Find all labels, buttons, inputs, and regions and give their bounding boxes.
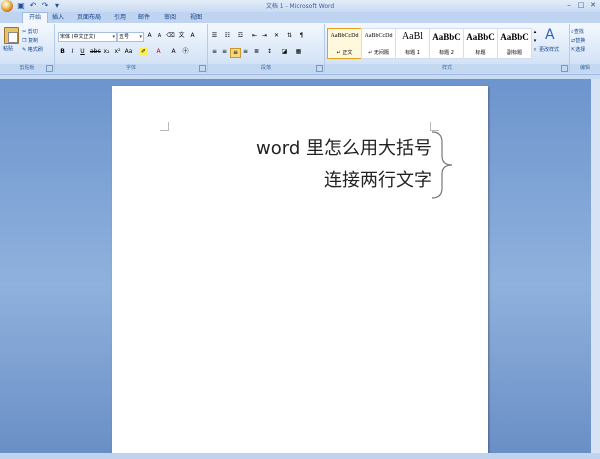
replace-button[interactable]: ⇄替换 <box>571 37 585 44</box>
style-heading-2[interactable]: AaBbC 标题 2 <box>429 28 464 59</box>
font-group: 宋体 (中文正文) ▾ 五号 ▾ A A ⌫ 文 A B I U abc x₂ x²… <box>55 24 208 73</box>
window-controls: – □ ✕ <box>564 1 598 10</box>
clear-format-icon[interactable]: ⌫ <box>166 32 175 40</box>
title-bar: ▣ ↶ ↷ ▾ 文档 1 - Microsoft Word – □ ✕ <box>0 0 600 12</box>
highlight-icon[interactable]: ✐ <box>139 48 148 56</box>
sort-icon[interactable]: ⇅ <box>285 32 294 40</box>
window-title: 文档 1 - Microsoft Word <box>265 3 335 10</box>
cut-button[interactable]: ✂ 剪切 <box>22 28 38 35</box>
vertical-scrollbar[interactable] <box>591 79 600 453</box>
paste-button[interactable]: 粘贴 <box>3 45 13 52</box>
clipboard-group: 粘贴 ✂ 剪切 ❐ 复制 ✎ 格式刷 剪贴板 <box>0 24 55 73</box>
paste-icon[interactable] <box>4 27 19 44</box>
paragraph-group: ☰ ☷ ☲ ⇤ ⇥ ✕ ⇅ ¶ ≡ ≡ ≡ ≡ ≣ ↕ ◪ ▦ 段落 <box>208 24 325 73</box>
tab-mailings[interactable]: 邮件 <box>134 13 154 23</box>
copy-icon: ❐ <box>22 38 27 44</box>
document-text-line-1: word 里怎么用大括号 <box>256 138 432 159</box>
style-normal[interactable]: AaBbCcDd ↵ 正文 <box>327 28 362 59</box>
editing-group: ⌕查找 ⇄替换 ⇱选择 编辑 <box>570 24 600 73</box>
tab-view[interactable]: 视图 <box>186 13 206 23</box>
align-right-icon[interactable]: ≡ <box>230 48 241 58</box>
underline-button[interactable]: U <box>78 48 87 56</box>
styles-group: AaBbCcDd ↵ 正文 AaBbCcDd ↵ 无间隔 AaBl 标题 1 A… <box>325 24 570 73</box>
increase-indent-icon[interactable]: ⇥ <box>260 32 269 40</box>
grow-font-button[interactable]: A <box>145 32 154 40</box>
multilevel-list-icon[interactable]: ☲ <box>236 32 245 40</box>
style-heading-1[interactable]: AaBl 标题 1 <box>395 28 430 59</box>
strikethrough-button[interactable]: abc <box>90 48 101 56</box>
align-left-icon[interactable]: ≡ <box>210 48 219 56</box>
char-border-icon[interactable]: A <box>188 32 197 40</box>
styles-group-label: 样式 <box>325 64 569 73</box>
tab-references[interactable]: 引用 <box>110 13 130 23</box>
style-title[interactable]: AaBbC 标题 <box>463 28 498 59</box>
chevron-down-icon: ▾ <box>112 34 115 40</box>
status-bar <box>0 453 600 459</box>
format-painter-button[interactable]: ✎ 格式刷 <box>22 46 43 53</box>
show-marks-icon[interactable]: ¶ <box>297 32 306 40</box>
minimize-icon[interactable]: – <box>564 1 574 10</box>
font-color-icon[interactable]: A <box>154 48 163 56</box>
change-case-icon[interactable]: Aa <box>124 48 133 56</box>
chinese-layout-icon[interactable]: ✕ <box>272 32 281 40</box>
find-button[interactable]: ⌕查找 <box>571 28 584 35</box>
font-group-label: 字体 <box>55 64 207 73</box>
margin-corner-top-left <box>160 122 169 131</box>
bullets-icon[interactable]: ☰ <box>210 32 219 40</box>
paragraph-launcher[interactable] <box>316 65 323 72</box>
shading-icon[interactable]: ◪ <box>280 48 289 56</box>
styles-scroll-icon[interactable]: ▴ ▾ ▿ <box>532 28 538 56</box>
brush-icon: ✎ <box>22 47 27 53</box>
subscript-button[interactable]: x₂ <box>102 48 111 56</box>
align-center-icon[interactable]: ≡ <box>220 48 229 56</box>
maximize-icon[interactable]: □ <box>576 1 586 10</box>
tab-insert[interactable]: 插入 <box>48 13 68 23</box>
superscript-button[interactable]: x² <box>113 48 122 56</box>
change-styles-icon[interactable]: A <box>545 27 555 43</box>
char-shading-icon[interactable]: A <box>169 48 178 56</box>
bold-button[interactable]: B <box>58 48 67 56</box>
document-text-line-2: 连接两行文字 <box>324 170 432 191</box>
decrease-indent-icon[interactable]: ⇤ <box>250 32 259 40</box>
document-page[interactable]: word 里怎么用大括号 连接两行文字 <box>112 86 488 453</box>
phonetic-guide-icon[interactable]: 文 <box>177 32 186 40</box>
line-spacing-icon[interactable]: ↕ <box>265 48 274 56</box>
ribbon-tabs: 开始 插入 页面布局 引用 邮件 审阅 视图 <box>0 12 600 24</box>
font-launcher[interactable] <box>199 65 206 72</box>
borders-icon[interactable]: ▦ <box>294 48 303 56</box>
styles-launcher[interactable] <box>561 65 568 72</box>
style-no-spacing[interactable]: AaBbCcDd ↵ 无间隔 <box>361 28 396 59</box>
tab-review[interactable]: 审阅 <box>158 13 182 23</box>
font-name-combo[interactable]: 宋体 (中文正文) ▾ <box>58 32 117 42</box>
numbering-icon[interactable]: ☷ <box>223 32 232 40</box>
italic-button[interactable]: I <box>68 48 77 56</box>
close-icon[interactable]: ✕ <box>588 1 598 10</box>
chevron-down-icon: ▾ <box>139 34 142 40</box>
change-styles-button[interactable]: 更改样式 <box>539 46 559 53</box>
enclose-char-icon[interactable]: ㊉ <box>181 48 190 56</box>
curly-brace-shape[interactable] <box>428 128 460 202</box>
shrink-font-button[interactable]: A <box>155 32 164 40</box>
scissors-icon: ✂ <box>22 29 27 35</box>
ribbon: 粘贴 ✂ 剪切 ❐ 复制 ✎ 格式刷 剪贴板 宋体 (中文正文) ▾ 五号 ▾ A … <box>0 23 600 75</box>
font-size-combo[interactable]: 五号 ▾ <box>117 32 144 42</box>
justify-icon[interactable]: ≡ <box>241 48 250 56</box>
paragraph-group-label: 段落 <box>208 64 324 73</box>
editing-group-label: 编辑 <box>570 64 600 73</box>
copy-button[interactable]: ❐ 复制 <box>22 37 38 44</box>
clipboard-launcher[interactable] <box>46 65 53 72</box>
tab-page-layout[interactable]: 页面布局 <box>72 13 106 23</box>
distributed-icon[interactable]: ≣ <box>252 48 261 56</box>
select-button[interactable]: ⇱选择 <box>571 46 585 53</box>
style-subtitle[interactable]: AaBbC 副标题 <box>497 28 532 59</box>
